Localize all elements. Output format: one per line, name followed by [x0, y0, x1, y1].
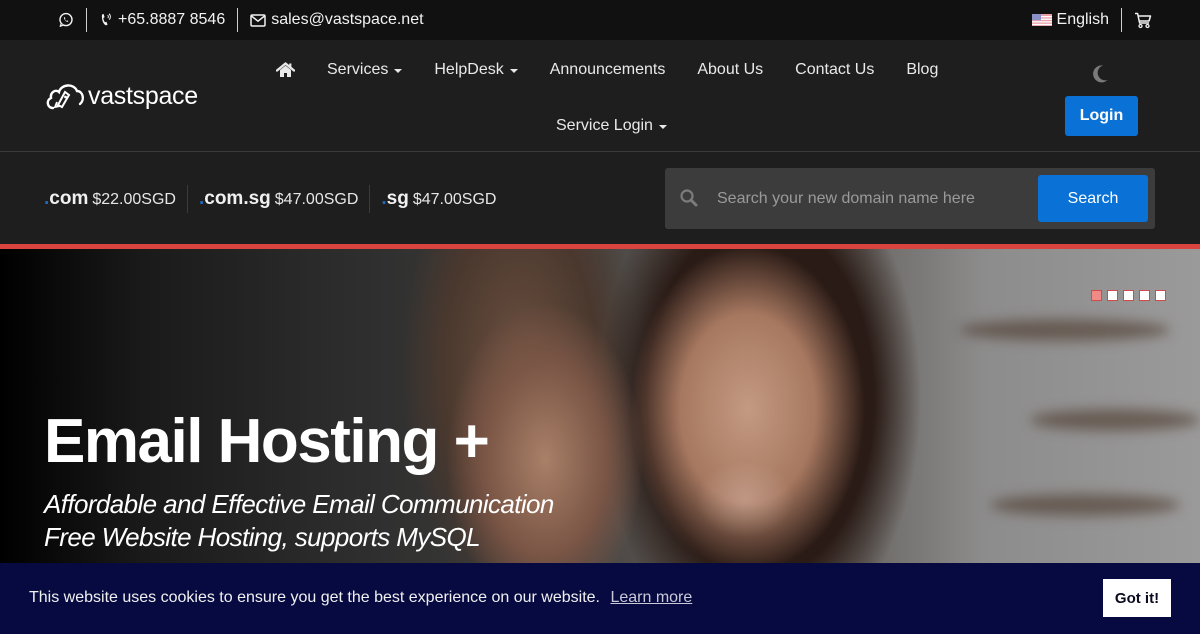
- envelope-icon: [250, 13, 266, 27]
- nav-services[interactable]: Services: [327, 61, 403, 79]
- whatsapp-icon: [59, 12, 73, 27]
- phone-number: +65.8887 8546: [118, 11, 226, 28]
- tld-name: .com: [44, 188, 89, 209]
- whatsapp-link[interactable]: [58, 12, 74, 28]
- logo-text: vastspace: [88, 81, 198, 110]
- cookie-message: This website uses cookies to ensure you …: [29, 589, 600, 606]
- nav-service-login[interactable]: Service Login: [556, 117, 667, 135]
- domain-search-bar: .com $22.00SGD .com.sg $47.00SGD .sg $47…: [0, 153, 1200, 244]
- email-address: sales@vastspace.net: [271, 11, 424, 28]
- language-selector[interactable]: English: [1031, 11, 1109, 29]
- tld-price-com-sg[interactable]: .com.sg $47.00SGD: [199, 188, 358, 210]
- language-label: English: [1056, 11, 1109, 28]
- background-blur: [1030, 409, 1200, 431]
- slide-dot-3[interactable]: [1123, 290, 1134, 301]
- topbar-divider: [1121, 8, 1122, 32]
- caret-down-icon: [394, 69, 403, 73]
- cookie-accept-button[interactable]: Got it!: [1103, 579, 1171, 617]
- topbar-divider: [86, 8, 87, 32]
- tld-price: $22.00SGD: [92, 191, 176, 208]
- tld-price-com[interactable]: .com $22.00SGD: [44, 188, 176, 210]
- logo[interactable]: vastspace: [44, 80, 198, 112]
- tld-price-sg[interactable]: .sg $47.00SGD: [381, 188, 496, 210]
- hero-slider: Email Hosting + Affordable and Effective…: [0, 249, 1200, 563]
- cookie-message-wrap: This website uses cookies to ensure you …: [29, 589, 692, 607]
- nav-helpdesk-label: HelpDesk: [434, 61, 504, 78]
- us-flag-icon: [1031, 14, 1052, 26]
- background-blur: [990, 494, 1180, 516]
- top-bar: +65.8887 8546 sales@vastspace.net Englis…: [0, 0, 1200, 40]
- nav-contact-us[interactable]: Contact Us: [795, 61, 874, 79]
- background-blur: [960, 319, 1170, 341]
- phone-link[interactable]: +65.8887 8546: [99, 11, 225, 29]
- nav-blog[interactable]: Blog: [906, 61, 938, 79]
- caret-down-icon: [509, 69, 518, 73]
- tld-name: .sg: [381, 188, 409, 209]
- domain-search-input[interactable]: [717, 182, 1035, 216]
- slide-dot-4[interactable]: [1139, 290, 1150, 301]
- nav-service-login-label: Service Login: [556, 117, 653, 134]
- price-divider: [369, 185, 371, 213]
- hero-subtitle-line1: Affordable and Effective Email Communica…: [44, 489, 554, 519]
- phone-volume-icon: [101, 13, 111, 26]
- caret-down-icon: [658, 125, 667, 129]
- nav-home[interactable]: [276, 62, 295, 78]
- home-icon: [276, 62, 295, 77]
- cookie-banner: This website uses cookies to ensure you …: [0, 563, 1200, 634]
- slide-dot-1[interactable]: [1091, 290, 1102, 301]
- cloud-rocket-icon: [46, 84, 85, 110]
- domain-search-box: Search: [665, 168, 1155, 229]
- topbar-divider: [237, 8, 239, 32]
- nav-services-label: Services: [327, 61, 389, 78]
- tld-prices: .com $22.00SGD .com.sg $47.00SGD .sg $47…: [44, 185, 496, 213]
- slide-dot-5[interactable]: [1155, 290, 1166, 301]
- nav-announcements[interactable]: Announcements: [550, 61, 666, 79]
- nav-helpdesk[interactable]: HelpDesk: [434, 61, 518, 79]
- price-divider: [186, 185, 188, 213]
- nav-about-us[interactable]: About Us: [697, 61, 763, 79]
- search-button[interactable]: Search: [1038, 175, 1148, 222]
- email-link[interactable]: sales@vastspace.net: [250, 11, 424, 29]
- login-button[interactable]: Login: [1065, 96, 1138, 136]
- slider-pagination: [1091, 290, 1166, 301]
- search-icon: [679, 188, 699, 213]
- tld-name: .com.sg: [198, 188, 271, 209]
- shopping-cart-icon: [1135, 12, 1152, 28]
- moon-icon: [1093, 65, 1108, 83]
- learn-more-link[interactable]: Learn more: [610, 589, 692, 606]
- slide-dot-2[interactable]: [1107, 290, 1118, 301]
- tld-price: $47.00SGD: [274, 191, 359, 208]
- theme-toggle[interactable]: [1091, 64, 1109, 89]
- main-header: vastspace Services HelpDesk Announcement…: [0, 40, 1200, 152]
- tld-price: $47.00SGD: [412, 191, 497, 208]
- main-nav: Services HelpDesk Announcements About Us…: [276, 58, 970, 82]
- hero-subtitle-line2: Free Website Hosting, supports MySQL: [44, 522, 481, 552]
- cart-button[interactable]: [1134, 12, 1152, 29]
- hero-title: Email Hosting +: [44, 407, 490, 476]
